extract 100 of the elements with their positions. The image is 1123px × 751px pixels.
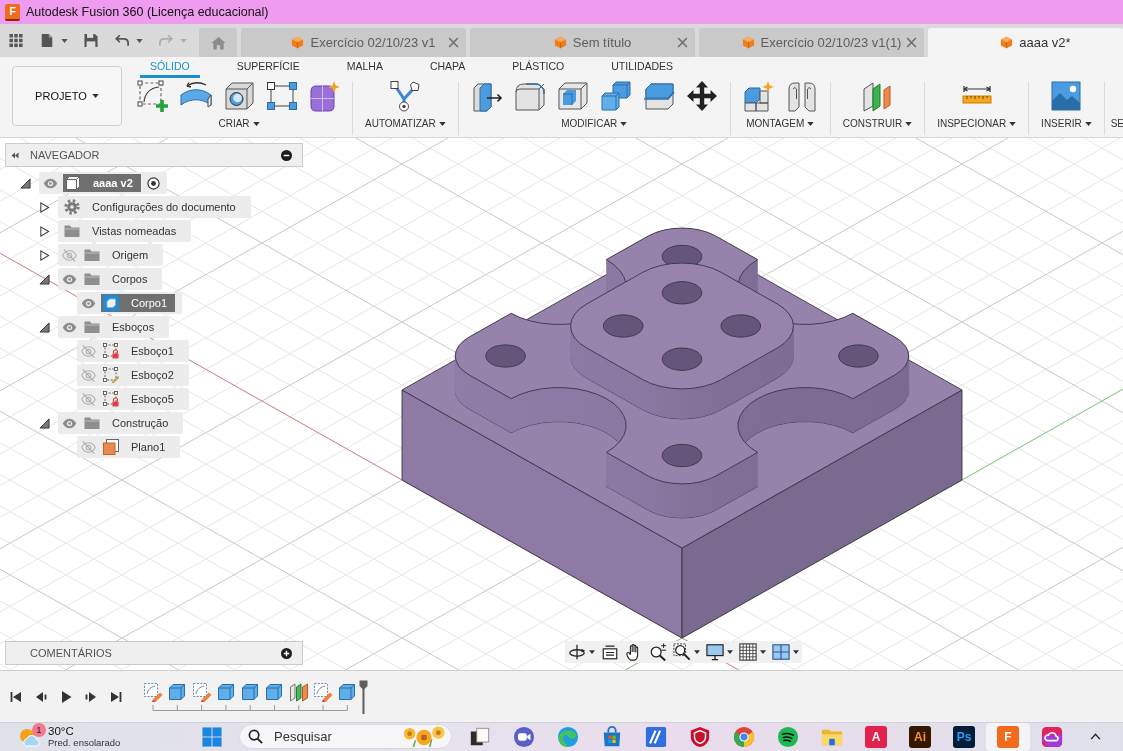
project-button[interactable]: PROJETO (12, 66, 122, 126)
panel-menu-button[interactable]: CRIAR (218, 118, 260, 130)
workspace-tab[interactable]: MALHA (336, 57, 393, 78)
sketch-feature-icon[interactable] (313, 681, 334, 702)
split-box-icon[interactable] (642, 80, 675, 112)
save-icon[interactable] (84, 33, 98, 48)
tree-item[interactable]: Plano1 (101, 438, 174, 456)
shield-icon[interactable] (689, 726, 711, 748)
cube-feature-icon[interactable] (264, 681, 285, 702)
skip-end-icon[interactable] (110, 690, 122, 703)
video-camera-icon[interactable] (513, 726, 535, 748)
monitor-icon[interactable] (706, 643, 724, 661)
planes-icon[interactable] (861, 80, 894, 112)
cube-feature-icon[interactable] (337, 681, 358, 702)
app-button[interactable]: Ai (909, 726, 931, 748)
close-icon[interactable] (448, 37, 459, 48)
cube-feature-icon[interactable] (167, 681, 188, 702)
document-tab[interactable]: Exercício 02/10/23 v1 (241, 28, 466, 57)
tree-item[interactable]: Esboços (82, 318, 163, 336)
play-icon[interactable] (60, 690, 72, 703)
minus-circle-icon[interactable] (281, 149, 292, 161)
zoom-window-icon[interactable] (673, 643, 691, 661)
shell-box-icon[interactable] (556, 80, 589, 112)
shopping-bag-icon[interactable] (601, 726, 623, 748)
timeline-marker[interactable] (359, 679, 369, 714)
caret-icon[interactable] (760, 650, 766, 654)
plus-circle-icon[interactable] (281, 647, 292, 659)
workspace-tab[interactable]: PLÁSTICO (502, 57, 575, 78)
workspace-tab[interactable]: UTILIDADES (601, 57, 684, 78)
workspace-tab[interactable]: CHAPA (419, 57, 476, 78)
four-panes-icon[interactable] (772, 643, 790, 661)
square-pattern-icon[interactable] (266, 80, 298, 112)
block-arrow-icon[interactable] (470, 80, 503, 112)
document-tab[interactable]: Exercício 02/10/23 v1(1) (699, 28, 924, 57)
app-button[interactable]: A (865, 726, 887, 748)
expand-toggle-icon[interactable] (39, 417, 50, 429)
sparkle-cube-icon[interactable] (309, 80, 341, 112)
combine-cubes-icon[interactable] (599, 80, 632, 112)
grid-icon[interactable] (739, 643, 757, 661)
search-field[interactable]: Pesquisar (239, 724, 452, 749)
skip-start-icon[interactable] (10, 690, 22, 703)
expand-toggle-icon[interactable] (39, 201, 50, 213)
tree-item[interactable]: Corpo1 (101, 294, 176, 312)
close-icon[interactable] (677, 37, 688, 48)
document-tab[interactable]: aaaa v2* (928, 28, 1123, 57)
expand-toggle-icon[interactable] (20, 177, 31, 189)
expand-toggle-icon[interactable] (39, 225, 50, 237)
file-icon[interactable] (39, 33, 54, 48)
sketch-feature-icon[interactable] (143, 681, 163, 702)
expand-toggle-icon[interactable] (39, 249, 50, 261)
caret-icon[interactable] (60, 38, 68, 43)
panel-menu-button[interactable]: SE (1110, 118, 1123, 130)
tree-item[interactable]: Configurações do documento (62, 198, 244, 216)
move-arrows-icon[interactable] (685, 80, 718, 112)
sound-arcs-icon[interactable] (777, 726, 799, 748)
expand-toggle-icon[interactable] (39, 273, 50, 285)
panel-menu-button[interactable]: MODIFICAR (561, 118, 628, 130)
caret-icon[interactable] (694, 650, 700, 654)
caret-icon[interactable] (727, 650, 733, 654)
caret-icon[interactable] (589, 650, 595, 654)
cubes-sparkle-icon[interactable] (742, 80, 775, 112)
double-chevron-icon[interactable] (11, 151, 19, 159)
tree-item[interactable]: Origem (82, 246, 157, 264)
chevron-up-icon[interactable] (1090, 733, 1101, 740)
cube-feature-icon[interactable] (215, 681, 236, 702)
node-link-icon[interactable] (389, 80, 422, 112)
expand-toggle-icon[interactable] (39, 321, 50, 333)
cube-feature-icon[interactable] (240, 681, 261, 702)
caret-icon[interactable] (793, 650, 799, 654)
tree-item[interactable]: Corpos (82, 270, 156, 288)
apps-grid-icon[interactable] (9, 33, 23, 48)
undo-icon[interactable] (114, 33, 129, 48)
slash-logo-icon[interactable] (645, 726, 667, 748)
framed-lines-icon[interactable] (601, 643, 619, 661)
plane-feature-icon[interactable] (288, 681, 309, 702)
cloud-logo-icon[interactable] (1041, 726, 1063, 748)
tree-item[interactable]: Esboço2 (101, 366, 182, 384)
close-icon[interactable] (906, 37, 917, 48)
tree-item[interactable]: Esboço5 (101, 390, 182, 408)
sketch-feature-icon[interactable] (191, 681, 212, 702)
tree-item[interactable]: Construção (82, 414, 177, 432)
workspace-tab[interactable]: SUPERFÍCIE (226, 57, 310, 78)
panel-menu-button[interactable]: MONTAGEM (746, 118, 815, 130)
sketch-plus-icon[interactable] (137, 80, 169, 112)
tree-item[interactable]: Vistas nomeadas (62, 222, 185, 240)
rounded-edge-box-icon[interactable] (513, 80, 546, 112)
tree-item[interactable]: aaaa v2 (63, 174, 141, 192)
panel-menu-button[interactable]: AUTOMATIZAR (365, 118, 446, 130)
step-forward-icon[interactable] (85, 690, 97, 703)
panel-menu-button[interactable]: INSPECIONAR (937, 118, 1017, 130)
tree-item[interactable]: Esboço1 (101, 342, 182, 360)
caret-icon[interactable] (135, 38, 143, 43)
step-back-icon[interactable] (35, 690, 47, 703)
panel-menu-button[interactable]: CONSTRUIR (842, 118, 913, 130)
image-icon[interactable] (1050, 80, 1083, 112)
radio-icon[interactable] (146, 176, 160, 190)
zoom-icon[interactable] (649, 643, 667, 661)
orbit-icon[interactable] (568, 643, 586, 661)
paired-parts-icon[interactable] (785, 80, 818, 112)
overlapping-squares-icon[interactable] (469, 726, 491, 748)
